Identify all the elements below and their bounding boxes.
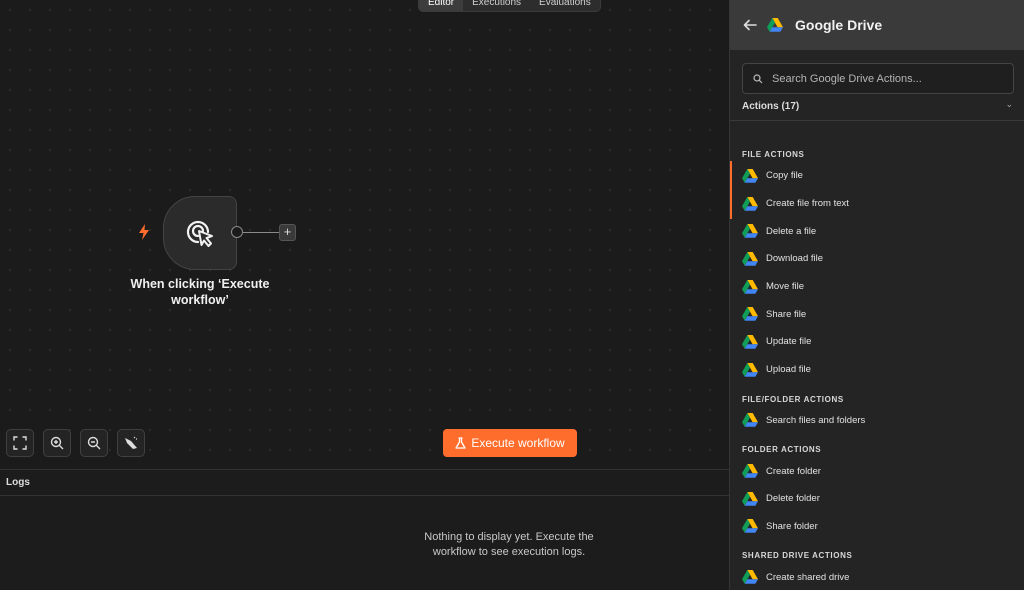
action-item[interactable]: Delete a file [730,217,1024,245]
google-drive-icon [742,224,758,239]
action-item-label: Share file [766,308,807,320]
back-arrow-icon[interactable] [743,19,757,31]
action-item-label: Copy file [766,170,803,182]
action-list: FILE ACTIONS Copy file Create file from te… [730,145,1024,590]
action-item[interactable]: Create folder [730,457,1024,485]
action-item-label: Search files and folders [766,414,866,426]
panel-header: Google Drive [730,0,1024,50]
tidy-up-button[interactable] [117,429,145,457]
execute-workflow-label: Execute workflow [471,436,565,450]
workflow-canvas[interactable]: Editor Executions Evaluations + When cli… [0,0,729,469]
actions-count-label: Actions (17) [742,101,800,112]
execute-workflow-button[interactable]: Execute workflow [443,429,577,457]
action-item-label: Delete folder [766,493,820,505]
action-item-label: Download file [766,253,824,265]
google-drive-icon [742,334,758,349]
action-item[interactable]: Download file [730,245,1024,273]
actions-header[interactable]: Actions (17) ⌄ [730,98,1024,121]
tab-editor[interactable]: Editor [419,0,464,11]
logs-empty-message: Nothing to display yet. Execute the work… [424,531,594,558]
tab-evaluations[interactable]: Evaluations [530,0,600,11]
google-drive-icon [767,18,783,32]
google-drive-icon [742,168,758,183]
chevron-down-icon: ⌄ [1005,99,1013,109]
action-item-label: Delete a file [766,225,817,237]
action-item-label: Upload file [766,364,811,376]
google-drive-icon [742,491,758,506]
action-item-label: Move file [766,281,805,293]
cursor-click-icon [186,220,213,247]
node-output-connector [243,231,279,233]
section-header: FOLDER ACTIONS [742,445,822,455]
logs-title[interactable]: Logs [0,470,729,496]
action-item[interactable]: Share folder [730,513,1024,541]
action-item-label: Share folder [766,520,818,532]
google-drive-icon [742,279,758,294]
flask-icon [455,437,466,449]
node-output-handle[interactable] [231,226,243,238]
action-item[interactable]: Share file [730,300,1024,328]
zoom-in-icon [50,436,64,450]
google-drive-icon [742,362,758,377]
zoom-out-icon [87,436,101,450]
actions-search [742,63,1014,94]
add-node-button[interactable]: + [279,224,296,241]
fit-view-button[interactable] [6,429,34,457]
action-item-label: Update file [766,336,812,348]
google-drive-icon [742,307,758,322]
trigger-bolt-icon [139,224,149,240]
google-drive-icon [742,519,758,534]
action-item[interactable]: Upload file [730,356,1024,384]
zoom-out-button[interactable] [80,429,108,457]
tidy-up-icon [125,436,137,449]
action-item[interactable]: Move file [730,273,1024,301]
fit-view-icon [13,436,27,450]
manual-trigger-node[interactable] [163,196,237,270]
node-creator-panel: Google Drive Actions (17) ⌄ FILE ACTIONS… [729,0,1024,590]
view-tabs: Editor Executions Evaluations [418,0,601,12]
action-item-label: Create file from text [766,198,849,210]
section-header: SHARED DRIVE ACTIONS [742,551,853,561]
action-item[interactable]: Delete folder [730,485,1024,513]
action-item[interactable]: Update file [730,328,1024,356]
action-item[interactable]: Create shared drive [730,563,1024,590]
workflow-editor: Editor Executions Evaluations + When cli… [0,0,1024,590]
logs-panel: Logs Nothing to display yet. Execute the… [0,469,729,590]
action-item-label: Create folder [766,465,821,477]
search-input[interactable] [772,72,1002,85]
google-drive-icon [742,413,758,428]
action-item[interactable]: Create file from text [730,190,1024,218]
action-item-label: Create shared drive [766,571,850,583]
search-icon [753,73,763,83]
google-drive-icon [742,251,758,266]
section-header: FILE/FOLDER ACTIONS [742,394,844,404]
google-drive-icon [742,196,758,211]
tab-executions[interactable]: Executions [463,0,530,11]
google-drive-icon [742,464,758,478]
section-header: FILE ACTIONS [742,150,805,159]
node-label: When clicking ‘Execute workflow’ [130,277,270,307]
action-item[interactable]: Search files and folders [730,407,1024,435]
action-item[interactable]: Copy file [730,161,1024,219]
zoom-in-button[interactable] [43,429,71,457]
panel-title: Google Drive [795,17,883,33]
google-drive-icon [742,570,758,584]
